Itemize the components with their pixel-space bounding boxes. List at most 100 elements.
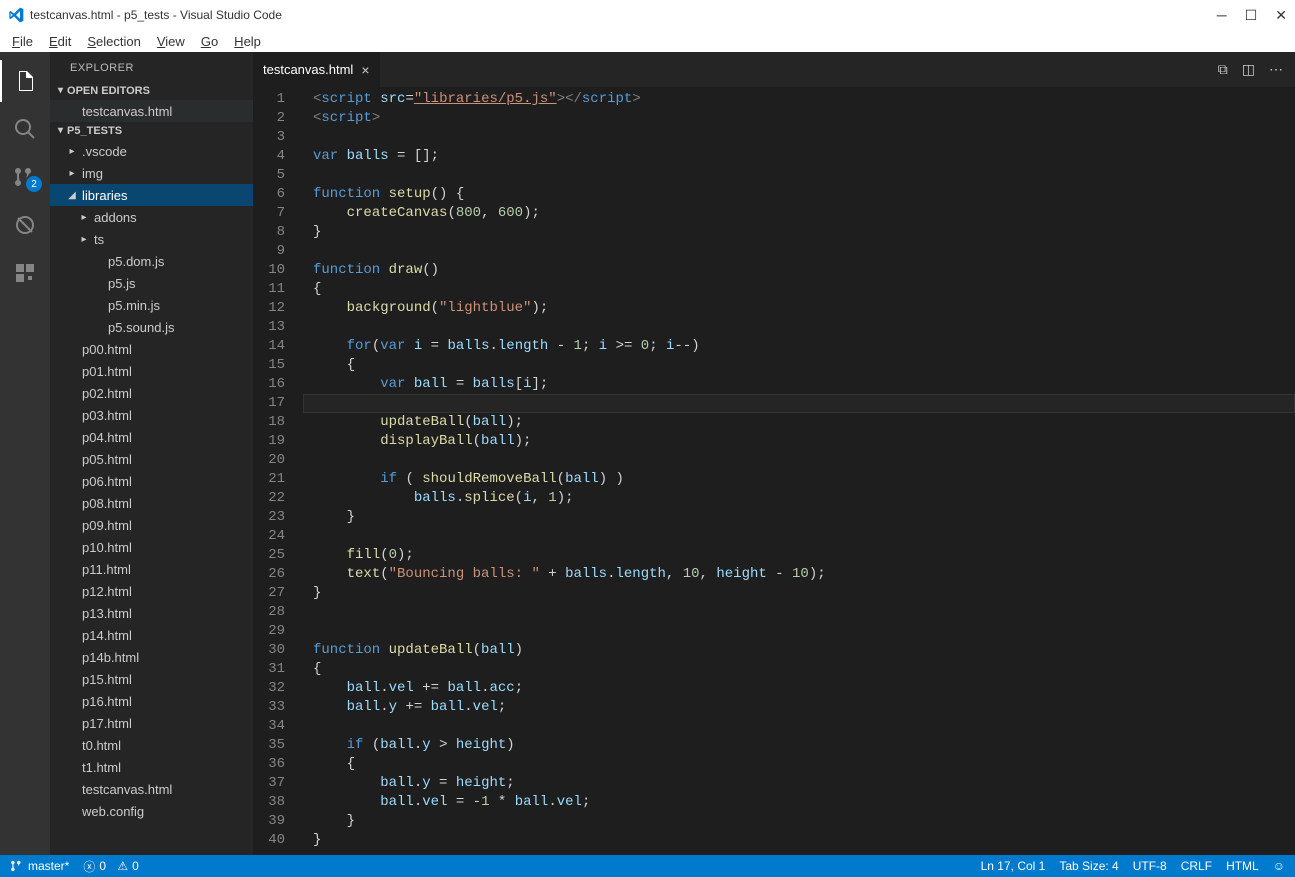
code-line[interactable] [303,394,1295,413]
tree-item[interactable]: ▸p5.js [50,272,253,294]
code-line[interactable]: updateBall(ball); [303,413,1295,432]
menu-help[interactable]: Help [226,33,269,50]
code-line[interactable] [303,166,1295,185]
code-line[interactable] [303,242,1295,261]
tree-item[interactable]: ▸p10.html [50,536,253,558]
code-line[interactable] [303,717,1295,736]
tree-item[interactable]: ▸p5.sound.js [50,316,253,338]
code-line[interactable]: displayBall(ball); [303,432,1295,451]
code-line[interactable]: ball.y = height; [303,774,1295,793]
tree-item[interactable]: ▸t1.html [50,756,253,778]
menu-edit[interactable]: Edit [41,33,79,50]
tree-item[interactable]: ▸p12.html [50,580,253,602]
tree-item[interactable]: ▸p5.dom.js [50,250,253,272]
code-line[interactable]: ball.y += ball.vel; [303,698,1295,717]
code-line[interactable]: ball.vel = -1 * ball.vel; [303,793,1295,812]
code-line[interactable]: function draw() [303,261,1295,280]
code-editor[interactable]: 1234567891011121314151617181920212223242… [253,87,1295,855]
split-editor-icon[interactable]: ⧉ [1218,61,1228,78]
code-line[interactable]: function updateBall(ball) [303,641,1295,660]
tree-item[interactable]: ▸img [50,162,253,184]
code-line[interactable] [303,451,1295,470]
tree-item[interactable]: ▸testcanvas.html [50,778,253,800]
cursor-position[interactable]: Ln 17, Col 1 [981,859,1046,873]
tree-item[interactable]: ▸p09.html [50,514,253,536]
code-line[interactable] [303,622,1295,641]
tree-item[interactable]: ▸p14b.html [50,646,253,668]
code-line[interactable]: var balls = []; [303,147,1295,166]
tree-item[interactable]: ▸ts [50,228,253,250]
code-line[interactable]: { [303,280,1295,299]
tree-item[interactable]: ▸p04.html [50,426,253,448]
code-line[interactable]: } [303,584,1295,603]
tree-item[interactable]: ▸addons [50,206,253,228]
tree-item[interactable]: ▸p15.html [50,668,253,690]
code-line[interactable]: createCanvas(800, 600); [303,204,1295,223]
tree-item[interactable]: ▸p17.html [50,712,253,734]
tree-item[interactable]: ▸t0.html [50,734,253,756]
code-line[interactable]: } [303,812,1295,831]
tree-item[interactable]: ▸p13.html [50,602,253,624]
activity-extensions[interactable] [0,252,50,294]
code-line[interactable]: background("lightblue"); [303,299,1295,318]
code-line[interactable]: { [303,660,1295,679]
code-line[interactable]: } [303,508,1295,527]
tree-item[interactable]: ▸p14.html [50,624,253,646]
tab-size[interactable]: Tab Size: 4 [1059,859,1118,873]
code-line[interactable]: <script> [303,109,1295,128]
code-line[interactable]: var ball = balls[i]; [303,375,1295,394]
code-line[interactable]: if (ball.y > height) [303,736,1295,755]
eol[interactable]: CRLF [1181,859,1212,873]
window-minimize-icon[interactable]: ─ [1217,7,1227,23]
code-line[interactable]: { [303,755,1295,774]
activity-search[interactable] [0,108,50,150]
feedback-icon[interactable]: ☺ [1273,859,1285,873]
code-line[interactable]: if ( shouldRemoveBall(ball) ) [303,470,1295,489]
code-line[interactable]: text("Bouncing balls: " + balls.length, … [303,565,1295,584]
tree-item[interactable]: ▸p08.html [50,492,253,514]
tree-item[interactable]: ▸p03.html [50,404,253,426]
activity-explorer[interactable] [0,60,50,102]
code-line[interactable]: function setup() { [303,185,1295,204]
git-branch[interactable]: master* [10,859,69,873]
open-editors-header[interactable]: OPEN EDITORS [50,82,253,100]
tree-item[interactable]: ▸p00.html [50,338,253,360]
tree-item[interactable]: ◢libraries [50,184,253,206]
menu-selection[interactable]: Selection [79,33,148,50]
code-line[interactable]: for(var i = balls.length - 1; i >= 0; i-… [303,337,1295,356]
code-line[interactable] [303,603,1295,622]
tree-item[interactable]: ▸p5.min.js [50,294,253,316]
encoding[interactable]: UTF-8 [1133,859,1167,873]
tab-close-icon[interactable]: × [361,62,369,78]
activity-scm[interactable]: 2 [0,156,50,198]
project-header[interactable]: P5_TESTS [50,122,253,140]
menu-view[interactable]: View [149,33,193,50]
code-line[interactable] [303,128,1295,147]
menu-file[interactable]: File [4,33,41,50]
tree-item[interactable]: ▸p02.html [50,382,253,404]
open-editor-item[interactable]: testcanvas.html [50,100,253,122]
tree-item[interactable]: ▸p01.html [50,360,253,382]
code-line[interactable]: } [303,831,1295,850]
menu-go[interactable]: Go [193,33,226,50]
tree-item[interactable]: ▸p06.html [50,470,253,492]
code-line[interactable]: <script src="libraries/p5.js"></script> [303,90,1295,109]
problems[interactable]: ⓧ0 ⚠0 [83,858,139,875]
code-line[interactable] [303,527,1295,546]
code-line[interactable]: { [303,356,1295,375]
tree-item[interactable]: ▸web.config [50,800,253,822]
tree-item[interactable]: ▸p05.html [50,448,253,470]
tab-testcanvas[interactable]: testcanvas.html × [253,52,381,87]
code-line[interactable]: ball.vel += ball.acc; [303,679,1295,698]
window-close-icon[interactable]: ✕ [1275,7,1287,24]
tree-item[interactable]: ▸p16.html [50,690,253,712]
code-line[interactable]: balls.splice(i, 1); [303,489,1295,508]
more-actions-icon[interactable]: ⋯ [1269,61,1283,78]
code-line[interactable] [303,318,1295,337]
language-mode[interactable]: HTML [1226,859,1259,873]
activity-debug[interactable] [0,204,50,246]
code-line[interactable]: fill(0); [303,546,1295,565]
window-maximize-icon[interactable]: ☐ [1245,7,1258,24]
editor-layout-icon[interactable]: ◫ [1242,61,1255,78]
tree-item[interactable]: ▸.vscode [50,140,253,162]
